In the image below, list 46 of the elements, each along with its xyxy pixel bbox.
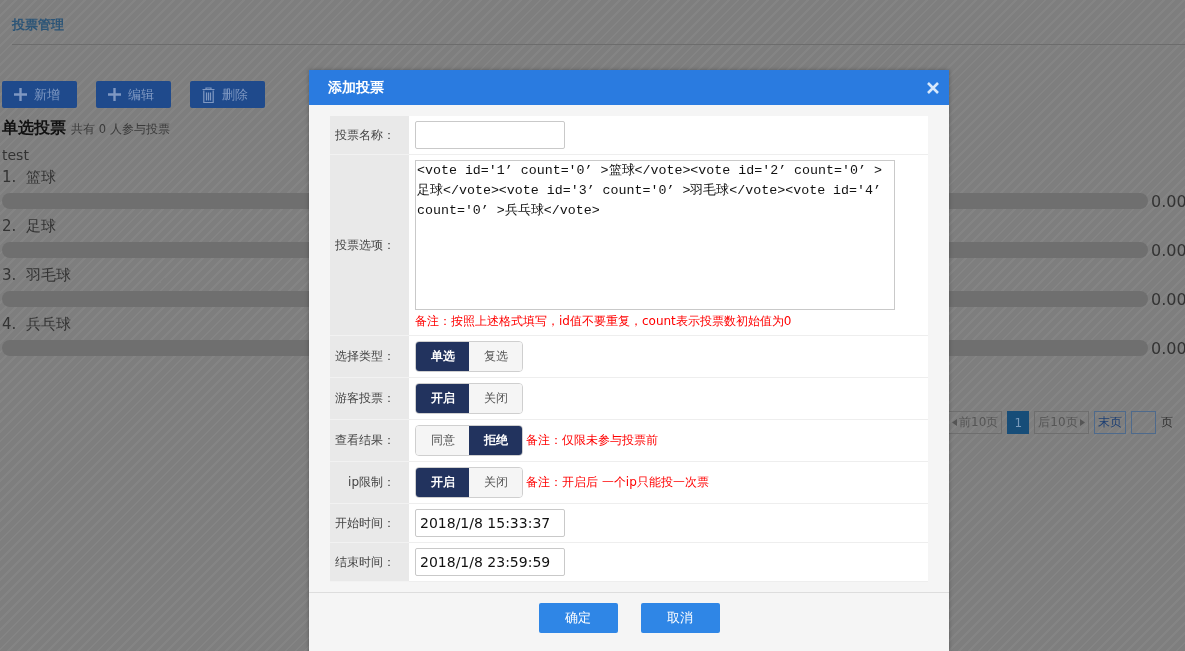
percent-reading: 0.00 [1150, 289, 1185, 309]
field-label: 投票选项： [335, 236, 395, 254]
input-field[interactable] [415, 121, 565, 149]
trash-icon [202, 86, 215, 103]
toggle-option[interactable]: 拒绝 [469, 426, 522, 455]
toggle-option[interactable]: 复选 [469, 342, 522, 371]
input-field[interactable]: 2018/1/8 23:59:59 [415, 548, 565, 576]
poll-title: 单选投票 [2, 118, 66, 139]
field-label: 开始时间： [335, 514, 395, 532]
right-triangle-icon [1079, 419, 1085, 426]
option-label: 3. 羽毛球 [2, 266, 71, 285]
option-label: 1. 篮球 [2, 168, 56, 187]
field-label: 查看结果： [335, 432, 395, 449]
plus-icon [14, 88, 27, 101]
percent-reading: 0.00 [1150, 338, 1185, 358]
toggle-option[interactable]: 单选 [416, 342, 469, 371]
poll-summary: 共有 0 人参与投票 [71, 122, 170, 137]
close-icon[interactable] [927, 81, 939, 94]
options-textarea[interactable]: <vote id='1’ count='0’ >篮球</vote><vote id='2’ count='0’ >足球</vote><vote id='3’ count='0’ >羽毛球</vote><vote id='4’ count='0’ >兵乓球</vote> [415, 160, 895, 310]
toggle-option[interactable]: 关闭 [469, 384, 522, 413]
plus-icon [108, 88, 121, 101]
dialog-button[interactable]: 取消 [640, 603, 720, 633]
field-label: 选择类型： [335, 348, 395, 365]
note-text: 备注：按照上述格式填写，id值不要重复，count表示投票数初始值为0 [415, 313, 792, 330]
field-label: 结束时间： [335, 553, 395, 571]
page-suffix: 页 [1160, 414, 1173, 431]
percent-reading: 0.00 [1150, 240, 1185, 260]
field-label: 游客投票： [335, 390, 395, 407]
toggle-option[interactable]: 开启 [416, 468, 469, 497]
page-input[interactable] [1130, 411, 1156, 434]
field-label: ip限制： [348, 474, 395, 491]
toggle-option[interactable]: 同意 [416, 426, 469, 455]
poll-name: test [2, 147, 30, 163]
option-label: 2. 足球 [2, 217, 56, 236]
option-label: 4. 兵乓球 [2, 315, 71, 334]
toggle-option[interactable]: 关闭 [469, 468, 522, 497]
note-text: 备注：仅限未参与投票前 [526, 432, 658, 449]
page-title: 投票管理 [12, 17, 64, 32]
note-text: 备注：开启后 一个ip只能投一次票 [526, 474, 709, 491]
field-label: 投票名称： [335, 126, 395, 144]
left-triangle-icon [952, 419, 957, 426]
toggle-option[interactable]: 开启 [416, 384, 469, 413]
dialog-title: 添加投票 [328, 78, 384, 97]
percent-reading: 0.00 [1150, 191, 1185, 211]
input-field[interactable]: 2018/1/8 15:33:37 [415, 509, 565, 537]
dialog-button[interactable]: 确定 [538, 603, 618, 633]
